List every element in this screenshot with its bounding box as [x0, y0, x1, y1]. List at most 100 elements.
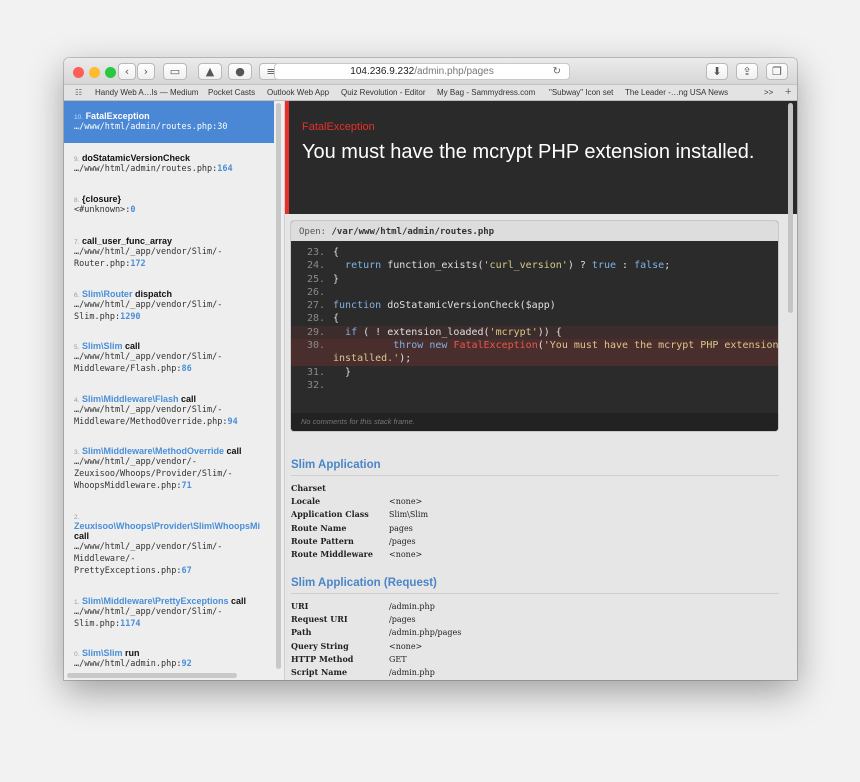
address-path: /admin.php/pages	[414, 66, 494, 77]
minimize-window-button[interactable]	[89, 67, 100, 78]
stack-frame[interactable]: 2. Zeuxisoo\Whoops\Provider\Slim\WhoopsM…	[64, 511, 274, 577]
bookmark-item[interactable]: The Leader -…ng USA News	[625, 88, 728, 97]
bookmark-item[interactable]: "Subway" Icon set	[549, 88, 613, 97]
code-line-error: 30. throw new FatalException('You must h…	[291, 339, 778, 353]
stack-frame[interactable]: 6. Slim\Router dispatch …/www/html/_app/…	[64, 289, 274, 323]
new-tab-icon[interactable]: +	[785, 86, 791, 98]
kv-row: Charset	[291, 483, 326, 493]
stack-frame[interactable]: 8. {closure} <#unknown>:0	[64, 194, 274, 216]
frame-function: call	[180, 394, 196, 404]
grammarly-icon[interactable]: ●	[228, 63, 252, 80]
stack-frame[interactable]: 10. FatalException …/www/html/admin/rout…	[64, 101, 274, 143]
stack-frame[interactable]: 9. doStatamicVersionCheck …/www/html/adm…	[64, 153, 274, 175]
kv-row: Script Name/admin.php	[291, 666, 435, 677]
frame-line: 0	[130, 205, 136, 215]
frame-function: call	[226, 446, 242, 456]
frame-function: dispatch	[134, 289, 172, 299]
reload-icon[interactable]: ↻	[553, 64, 561, 79]
frame-file: …/www/html/_app/vendor/- Zeuxisoo/Whoops…	[74, 457, 233, 491]
stack-frame[interactable]: 4. Slim\Middleware\Flash call …/www/html…	[64, 394, 274, 428]
frame-function: run	[124, 648, 140, 658]
slim-request-section: Slim Application (Request) URI/admin.php…	[291, 577, 779, 679]
frame-line: 1290	[120, 312, 141, 322]
code-line-error: installed.');	[291, 352, 778, 366]
frame-class: Slim\Middleware\MethodOverride	[81, 446, 224, 456]
sidebar-vertical-scrollbar[interactable]	[276, 103, 281, 669]
sidebar-toggle-icon[interactable]: ▭	[163, 63, 187, 80]
frame-function: {closure}	[81, 194, 121, 204]
downloads-icon[interactable]: ⬇	[706, 63, 728, 80]
frame-line: 1174	[120, 619, 141, 629]
forward-icon[interactable]: ›	[137, 63, 155, 80]
close-window-button[interactable]	[73, 67, 84, 78]
stack-frame[interactable]: 3. Slim\Middleware\MethodOverride call ……	[64, 446, 274, 492]
bookmark-item[interactable]: My Bag - Sammydress.com	[437, 88, 535, 97]
kv-row: Query String <none>	[291, 640, 423, 651]
frame-file: …/www/html/_app/vendor/Slim/- Slim.php	[74, 300, 223, 322]
code-line: 31. }	[307, 366, 352, 378]
tabs-overview-icon[interactable]: ❐	[766, 63, 788, 80]
exception-header: FatalException You must have the mcrypt …	[285, 101, 797, 214]
browser-window: ‹ › ▭ ▲ ● ≡ 104.236.9.232/admin.php/page…	[64, 58, 797, 680]
bookmark-item[interactable]: Handy Web A…ls — Medium	[95, 88, 198, 97]
back-icon[interactable]: ‹	[118, 63, 136, 80]
address-host: 104.236.9.232	[350, 66, 415, 77]
stack-frame[interactable]: 5. Slim\Slim call …/www/html/_app/vendor…	[64, 341, 274, 375]
code-line: 28.{	[307, 313, 340, 325]
code-listing: 23.{ 24. return function_exists('curl_ve…	[291, 246, 778, 392]
exception-name: FatalException	[302, 121, 375, 133]
stack-frame[interactable]: 7. call_user_func_array …/www/html/_app/…	[64, 236, 274, 270]
slim-application-section: Slim Application Charset Locale <none> Ap…	[291, 459, 779, 561]
zoom-window-button[interactable]	[105, 67, 116, 78]
frame-file: <#unknown>	[74, 205, 126, 215]
show-all-bookmarks-icon[interactable]: ☷	[75, 88, 82, 97]
frame-file: …/www/html/admin.php	[74, 659, 177, 669]
exception-main-panel: FatalException You must have the mcrypt …	[285, 101, 797, 680]
bookmark-item[interactable]: Quiz Revolution - Editor	[341, 88, 425, 97]
main-vertical-scrollbar[interactable]	[788, 103, 793, 313]
frame-file: …/www/html/admin/routes.php	[74, 122, 213, 132]
frame-file: …/www/html/_app/vendor/Slim/- Middleware…	[74, 352, 223, 374]
frame-line: 164	[217, 164, 233, 174]
code-line: 32.	[307, 379, 326, 391]
frame-function: call	[74, 531, 90, 541]
kv-row: Locale <none>	[291, 496, 423, 507]
frame-class: Slim\Middleware\PrettyExceptions	[81, 596, 229, 606]
stack-frame[interactable]: 0. Slim\Slim run …/www/html/admin.php:92	[64, 648, 274, 670]
privacy-extension-icon[interactable]: ▲	[198, 63, 222, 80]
bookmark-item[interactable]: Outlook Web App	[267, 88, 329, 97]
frame-function: call	[124, 341, 140, 351]
frame-function: call	[231, 596, 247, 606]
bookmark-item[interactable]: Pocket Casts	[208, 88, 255, 97]
frame-class: Slim\Middleware\Flash	[81, 394, 179, 404]
stack-frame[interactable]: 1. Slim\Middleware\PrettyExceptions call…	[64, 596, 274, 630]
frame-class: Slim\Slim	[81, 341, 123, 351]
kv-row: Request URI/pages	[291, 614, 416, 625]
frame-class: Slim\Router	[81, 289, 133, 299]
kv-row: HTTP Method GET	[291, 653, 407, 664]
stack-frames-sidebar: 10. FatalException …/www/html/admin/rout…	[64, 101, 285, 680]
frame-line: 67	[181, 566, 192, 576]
address-bar[interactable]: 104.236.9.232/admin.php/pages ↻	[274, 63, 570, 80]
frame-file: …/www/html/admin/routes.php	[74, 164, 213, 174]
frame-file: …/www/html/_app/vendor/Slim/- Middleware…	[74, 542, 223, 576]
frame-class: Slim\Slim	[81, 648, 123, 658]
frame-function: doStatamicVersionCheck	[81, 153, 190, 163]
frame-comments: No comments for this stack frame.	[291, 413, 778, 431]
kv-row: Path/admin.php/pages	[291, 627, 462, 638]
bookmarks-bar: ☷ Handy Web A…ls — Medium Pocket Casts O…	[64, 85, 797, 101]
frame-line: 172	[130, 259, 146, 269]
code-line: 27. function doStatamicVersionCheck($app)	[307, 300, 556, 312]
kv-row: Route Middleware <none>	[291, 548, 423, 559]
open-file-bar[interactable]: Open: /var/www/html/admin/routes.php	[291, 221, 778, 241]
share-icon[interactable]: ⇪	[736, 63, 758, 80]
open-file-path: /var/www/html/admin/routes.php	[331, 227, 495, 237]
code-line: 25.}	[307, 273, 340, 285]
frame-file: …/www/html/_app/vendor/Slim/- Router.php	[74, 247, 223, 269]
frame-function: call_user_func_array	[81, 236, 172, 246]
frame-line: 71	[181, 481, 192, 491]
code-line: 24. return function_exists('curl_version…	[307, 260, 671, 272]
bookmarks-overflow-icon[interactable]: >>	[764, 88, 773, 97]
sidebar-horizontal-scrollbar[interactable]	[67, 673, 237, 678]
code-line: 29. if ( ! extension_loaded('mcrypt')) {	[291, 325, 778, 340]
